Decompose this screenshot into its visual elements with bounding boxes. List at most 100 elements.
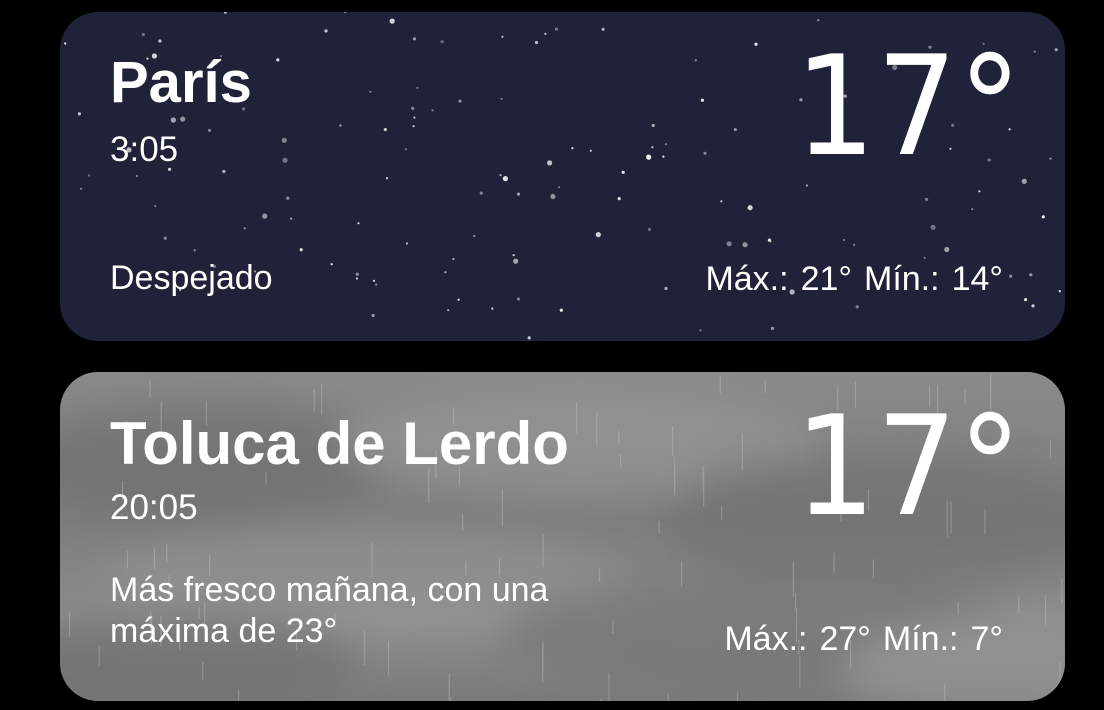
star	[158, 39, 162, 43]
star	[163, 236, 167, 240]
star	[375, 283, 378, 286]
star	[357, 222, 360, 225]
star	[170, 117, 176, 123]
star	[290, 217, 293, 220]
star	[330, 263, 333, 266]
low-temperature: 14°	[951, 260, 1003, 298]
star	[559, 308, 563, 312]
star	[500, 97, 503, 100]
star	[479, 191, 483, 195]
star	[770, 326, 775, 330]
star	[589, 149, 592, 152]
star	[281, 137, 287, 143]
star	[355, 272, 359, 276]
star	[923, 256, 926, 259]
star	[207, 128, 212, 133]
star	[276, 58, 280, 62]
star	[944, 246, 950, 253]
star	[383, 128, 387, 132]
star	[452, 257, 455, 261]
star	[554, 27, 559, 31]
star	[491, 307, 494, 310]
star	[141, 32, 145, 37]
star	[558, 186, 561, 189]
star	[64, 42, 67, 45]
star	[404, 148, 407, 151]
star	[369, 90, 372, 93]
star	[527, 336, 531, 340]
high-low-temperatures: Máx.: 21° Mín.: 14°	[705, 262, 1003, 296]
star	[299, 248, 303, 252]
star	[412, 37, 416, 41]
star	[444, 271, 447, 274]
star	[700, 98, 705, 102]
high-low-temperatures: Máx.: 27° Mín.: 7°	[724, 622, 1003, 656]
star	[135, 174, 139, 178]
high-label: Máx.:	[705, 260, 789, 298]
star	[747, 205, 753, 211]
weather-condition: Despejado	[110, 259, 273, 297]
star	[571, 147, 574, 150]
star	[154, 204, 157, 208]
star	[372, 279, 376, 282]
star	[513, 258, 519, 264]
star	[516, 192, 521, 196]
star	[646, 154, 652, 160]
star	[286, 196, 290, 200]
star	[282, 157, 288, 163]
star	[547, 160, 553, 166]
local-time: 20:05	[110, 488, 198, 527]
star	[855, 305, 859, 309]
star	[621, 170, 625, 174]
star	[842, 238, 846, 242]
star	[767, 238, 772, 242]
star	[699, 329, 702, 332]
star	[651, 123, 655, 128]
star	[473, 234, 476, 238]
star	[88, 174, 91, 177]
star	[412, 125, 415, 128]
star	[339, 124, 342, 127]
star	[502, 176, 508, 182]
star	[193, 249, 196, 252]
star	[925, 197, 929, 201]
star	[550, 193, 556, 200]
star	[385, 177, 389, 180]
star	[413, 116, 416, 119]
current-temperature: 17°	[795, 26, 1023, 187]
star	[971, 208, 974, 211]
low-label: Mín.:	[864, 260, 940, 298]
star	[77, 112, 81, 116]
star	[499, 174, 502, 177]
star	[80, 187, 83, 190]
star	[733, 128, 737, 132]
star	[389, 18, 395, 24]
weather-card-toluca[interactable]: Toluca de Lerdo 20:05 17° Más fresco mañ…	[60, 372, 1065, 701]
star	[1049, 157, 1052, 160]
star	[324, 29, 328, 33]
low-label: Mín.:	[882, 620, 959, 658]
star	[1058, 290, 1061, 293]
star	[180, 116, 186, 122]
star	[447, 309, 450, 312]
star	[664, 143, 668, 146]
star	[416, 86, 419, 89]
star	[1041, 215, 1045, 219]
star	[355, 277, 358, 280]
weather-card-paris[interactable]: París 3:05 17° Despejado Máx.: 21° Mín.: 14…	[60, 12, 1065, 341]
star	[754, 42, 758, 46]
star	[1024, 298, 1028, 302]
star	[243, 227, 246, 230]
star	[501, 35, 504, 38]
star	[720, 200, 723, 203]
star	[1029, 273, 1033, 277]
star	[223, 12, 227, 14]
star	[662, 155, 665, 158]
star	[222, 169, 226, 174]
star	[457, 298, 460, 301]
high-temperature: 27°	[819, 620, 871, 658]
star	[978, 190, 981, 193]
city-name: París	[110, 50, 252, 115]
star	[344, 12, 347, 14]
star	[769, 240, 772, 243]
